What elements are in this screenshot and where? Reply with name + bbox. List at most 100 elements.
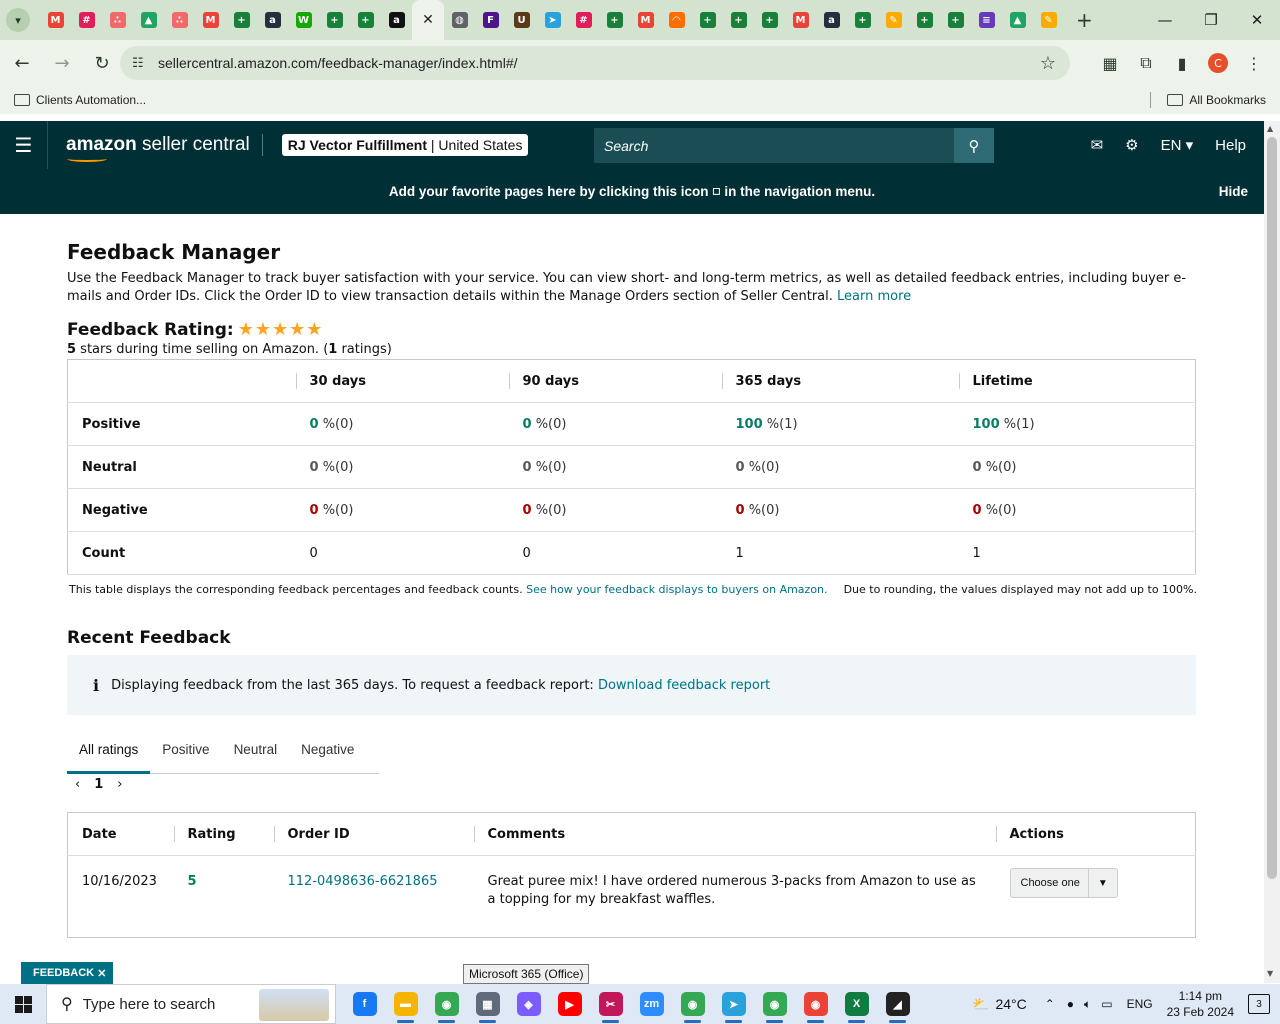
taskbar-app[interactable]: X: [836, 984, 877, 1024]
minimize-icon[interactable]: —: [1142, 0, 1188, 40]
seller-search-input[interactable]: Search: [594, 128, 954, 163]
clock[interactable]: 1:14 pm 23 Feb 2024: [1167, 988, 1234, 1020]
browser-tab[interactable]: +: [692, 0, 723, 40]
browser-tab[interactable]: ◍: [444, 0, 475, 40]
browser-tab[interactable]: ≡: [971, 0, 1002, 40]
extensions-icon[interactable]: ⧉: [1128, 46, 1164, 80]
forward-icon[interactable]: →: [44, 45, 80, 81]
scroll-up-icon[interactable]: ▲: [1267, 124, 1273, 133]
scroll-down-icon[interactable]: ▼: [1267, 969, 1273, 978]
feedback-display-link[interactable]: See how your feedback displays to buyers…: [526, 583, 827, 596]
page-scrollbar[interactable]: ▲ ▼: [1264, 121, 1280, 983]
browser-tab[interactable]: +: [319, 0, 350, 40]
tab-search-chevron-icon[interactable]: ▾: [6, 8, 30, 32]
input-language[interactable]: ENG: [1127, 997, 1153, 1011]
browser-tab[interactable]: #: [568, 0, 599, 40]
browser-tab[interactable]: ◠: [661, 0, 692, 40]
browser-tab[interactable]: +: [226, 0, 257, 40]
store-switcher[interactable]: RJ Vector Fulfillment | United States: [281, 134, 529, 156]
windows-start-icon[interactable]: [0, 984, 46, 1024]
address-bar[interactable]: ☷ sellercentral.amazon.com/feedback-mana…: [120, 46, 1070, 80]
feedback-widget-button[interactable]: FEEDBACK ✕: [21, 962, 113, 984]
tab-all-ratings[interactable]: All ratings: [67, 734, 151, 774]
qr-code-icon[interactable]: ▦: [1092, 46, 1128, 80]
taskbar-app[interactable]: zm: [631, 984, 672, 1024]
browser-tab[interactable]: F: [475, 0, 506, 40]
order-id-link[interactable]: 112-0498636-6621865: [288, 874, 438, 889]
browser-tab[interactable]: ✎: [1033, 0, 1064, 40]
page-number[interactable]: 1: [94, 777, 103, 792]
new-tab-icon[interactable]: +: [1076, 8, 1093, 32]
reload-icon[interactable]: ↻: [84, 45, 120, 81]
learn-more-link[interactable]: Learn more: [837, 289, 911, 304]
browser-tab[interactable]: ∴: [102, 0, 133, 40]
browser-tab[interactable]: +: [847, 0, 878, 40]
taskbar-app[interactable]: ◉: [672, 984, 713, 1024]
all-bookmarks-button[interactable]: All Bookmarks: [1167, 93, 1266, 107]
browser-tab[interactable]: a: [257, 0, 288, 40]
browser-tab[interactable]: +: [723, 0, 754, 40]
network-icon[interactable]: ▭: [1101, 997, 1112, 1011]
browser-tab[interactable]: ▲: [1002, 0, 1033, 40]
browser-tab[interactable]: +: [350, 0, 381, 40]
browser-tab[interactable]: M: [630, 0, 661, 40]
site-info-icon[interactable]: ☷: [132, 56, 152, 71]
close-icon[interactable]: ✕: [97, 967, 106, 980]
profile-avatar[interactable]: C: [1208, 53, 1228, 73]
browser-tab[interactable]: M: [40, 0, 71, 40]
back-icon[interactable]: ←: [4, 45, 40, 81]
browser-tab[interactable]: M: [195, 0, 226, 40]
help-link[interactable]: Help: [1215, 137, 1246, 154]
side-panel-icon[interactable]: ▮: [1164, 46, 1200, 80]
language-selector[interactable]: EN ▾: [1161, 136, 1194, 154]
browser-tab[interactable]: W: [288, 0, 319, 40]
taskbar-app[interactable]: ◢: [877, 984, 918, 1024]
hide-favorites-button[interactable]: Hide: [1219, 184, 1248, 199]
scroll-thumb[interactable]: [1267, 137, 1277, 879]
url-text[interactable]: sellercentral.amazon.com/feedback-manage…: [158, 55, 518, 71]
search-icon[interactable]: ⚲: [954, 128, 994, 163]
taskbar-app[interactable]: f: [344, 984, 385, 1024]
taskbar-app[interactable]: ◉: [754, 984, 795, 1024]
taskbar-app[interactable]: ◈: [508, 984, 549, 1024]
bookmark-star-icon[interactable]: ☆: [1040, 53, 1056, 74]
browser-tab[interactable]: U: [506, 0, 537, 40]
taskbar-search-input[interactable]: ⚲ Type here to search: [46, 984, 336, 1024]
taskbar-app[interactable]: ✂: [590, 984, 631, 1024]
browser-tab[interactable]: M: [785, 0, 816, 40]
browser-tab[interactable]: +: [909, 0, 940, 40]
tab-neutral[interactable]: Neutral: [222, 734, 290, 774]
browser-tab[interactable]: ➤: [537, 0, 568, 40]
browser-tab[interactable]: +: [754, 0, 785, 40]
prev-page-icon[interactable]: ‹: [75, 777, 80, 792]
browser-tab[interactable]: ✎: [878, 0, 909, 40]
tab-positive[interactable]: Positive: [150, 734, 221, 774]
browser-tab[interactable]: #: [71, 0, 102, 40]
browser-tab[interactable]: ∴: [164, 0, 195, 40]
taskbar-app[interactable]: ➤: [713, 984, 754, 1024]
chevron-up-icon[interactable]: ⌃: [1045, 997, 1055, 1011]
browser-tab[interactable]: a: [816, 0, 847, 40]
next-page-icon[interactable]: ›: [117, 777, 122, 792]
taskbar-app[interactable]: ▶: [549, 984, 590, 1024]
seller-central-logo[interactable]: amazon seller central: [66, 134, 250, 162]
mail-icon[interactable]: ✉: [1091, 136, 1104, 154]
browser-tab[interactable]: ▲: [133, 0, 164, 40]
tab-negative[interactable]: Negative: [289, 734, 366, 774]
gear-icon[interactable]: ⚙: [1125, 136, 1138, 154]
weather-widget[interactable]: ⛅ 24°C: [972, 996, 1027, 1013]
more-menu-icon[interactable]: ⋮: [1236, 46, 1272, 80]
speaker-icon[interactable]: 🔈︎: [1084, 997, 1091, 1012]
microphone-icon[interactable]: ●: [1067, 997, 1074, 1011]
download-report-link[interactable]: Download feedback report: [598, 678, 770, 693]
browser-tab[interactable]: a: [381, 0, 412, 40]
taskbar-app[interactable]: ◉: [426, 984, 467, 1024]
taskbar-app[interactable]: ▦: [467, 984, 508, 1024]
hamburger-menu-icon[interactable]: ☰: [0, 121, 48, 169]
bookmark-folder-clients[interactable]: Clients Automation...: [14, 93, 146, 107]
notifications-icon[interactable]: 3: [1248, 994, 1270, 1014]
browser-tab[interactable]: +: [599, 0, 630, 40]
actions-dropdown[interactable]: Choose one ▼: [1009, 868, 1118, 898]
browser-tab-active[interactable]: ✕: [412, 0, 444, 40]
close-tab-icon[interactable]: ✕: [420, 12, 436, 28]
